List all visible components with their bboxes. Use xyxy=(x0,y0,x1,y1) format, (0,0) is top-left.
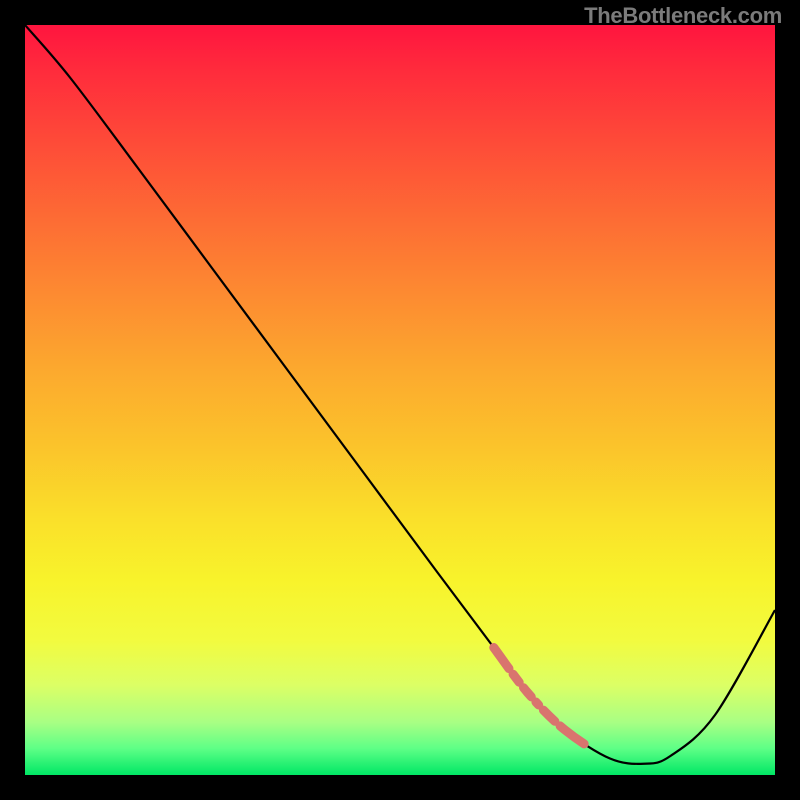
chart-frame: TheBottleneck.com xyxy=(0,0,800,800)
flat-segment-highlight xyxy=(494,648,670,764)
bottleneck-curve xyxy=(25,25,775,764)
curve-layer xyxy=(25,25,775,775)
plot-area xyxy=(25,25,775,775)
